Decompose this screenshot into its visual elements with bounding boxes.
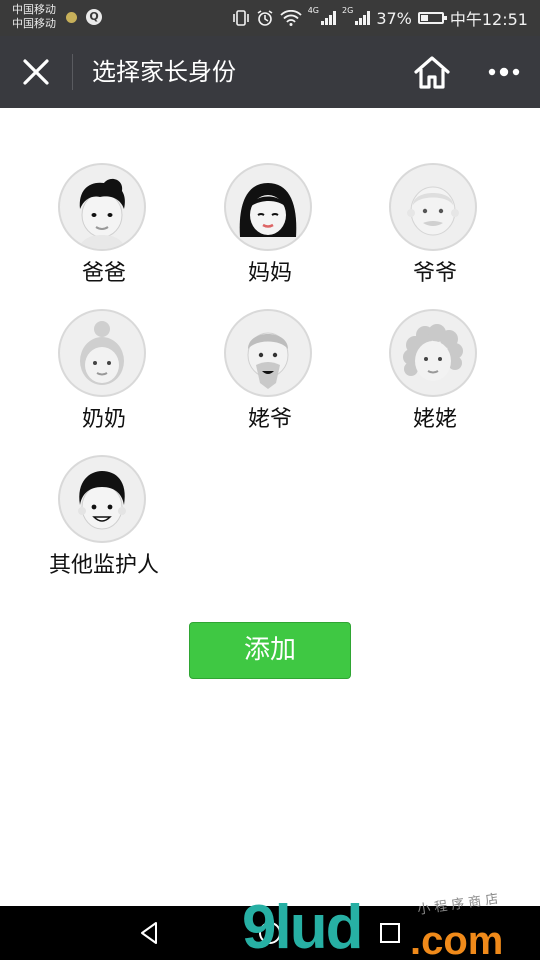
identity-label: 妈妈 bbox=[247, 261, 292, 286]
close-icon bbox=[23, 59, 49, 85]
back-icon[interactable] bbox=[136, 919, 164, 947]
home-circle-icon[interactable] bbox=[256, 919, 284, 947]
status-right: 4G 2G 37% 中午12:51 bbox=[232, 6, 528, 30]
mother-avatar-icon bbox=[224, 163, 312, 251]
grandfather-avatar-icon bbox=[389, 163, 477, 251]
recent-apps-icon[interactable] bbox=[376, 919, 404, 947]
battery-icon bbox=[417, 12, 447, 24]
battery-percent: 37% bbox=[376, 8, 412, 28]
vibrate-icon bbox=[232, 10, 249, 26]
home-button[interactable] bbox=[410, 52, 454, 92]
signal-2-icon bbox=[355, 11, 371, 25]
identity-label: 爷爷 bbox=[412, 261, 457, 286]
carrier-labels: 中国移动 中国移动 bbox=[12, 3, 56, 31]
add-button[interactable]: 添加 bbox=[189, 622, 351, 679]
clock: 中午12:51 bbox=[449, 10, 528, 29]
identity-label: 爸爸 bbox=[81, 261, 126, 286]
father-avatar-icon bbox=[58, 163, 146, 251]
identity-mother[interactable]: 妈妈 bbox=[187, 163, 353, 303]
network-4g-label: 4G bbox=[307, 6, 320, 15]
network-2g-label: 2G bbox=[342, 6, 354, 15]
close-button[interactable] bbox=[16, 52, 56, 92]
grandmother-avatar-icon bbox=[58, 309, 146, 397]
nav-bar: 选择家长身份 bbox=[0, 36, 540, 108]
identity-label: 其他监护人 bbox=[48, 553, 159, 578]
identity-grandmother-maternal[interactable]: 姥姥 bbox=[352, 309, 518, 449]
carrier-1: 中国移动 bbox=[12, 3, 56, 16]
alarm-icon bbox=[257, 10, 273, 26]
other-guardian-avatar-icon bbox=[58, 455, 146, 543]
page-title: 选择家长身份 bbox=[92, 58, 236, 86]
home-icon bbox=[414, 56, 450, 89]
identity-father[interactable]: 爸爸 bbox=[21, 163, 187, 303]
more-icon bbox=[488, 67, 520, 77]
grandmother-maternal-avatar-icon bbox=[389, 309, 477, 397]
identity-label: 姥姥 bbox=[412, 407, 457, 432]
wifi-icon bbox=[280, 10, 302, 26]
qq-icon: Q bbox=[86, 9, 102, 25]
carrier-2: 中国移动 bbox=[12, 17, 56, 30]
identity-other-guardian[interactable]: 其他监护人 bbox=[21, 455, 187, 595]
status-bar: 中国移动 中国移动 Q 4G 2G 37% 中午12:51 bbox=[0, 0, 540, 36]
identity-label: 奶奶 bbox=[81, 407, 126, 432]
grandfather-maternal-avatar-icon bbox=[224, 309, 312, 397]
notification-dot-icon bbox=[66, 12, 77, 23]
signal-1-icon bbox=[321, 11, 337, 25]
identity-grandfather-paternal[interactable]: 爷爷 bbox=[352, 163, 518, 303]
identity-grandfather-maternal[interactable]: 姥爷 bbox=[187, 309, 353, 449]
battery-fill bbox=[420, 15, 428, 21]
system-nav-bar bbox=[0, 906, 540, 960]
more-button[interactable] bbox=[486, 58, 522, 86]
identity-label: 姥爷 bbox=[247, 407, 292, 432]
nav-divider bbox=[72, 54, 73, 90]
identity-grandmother-paternal[interactable]: 奶奶 bbox=[21, 309, 187, 449]
